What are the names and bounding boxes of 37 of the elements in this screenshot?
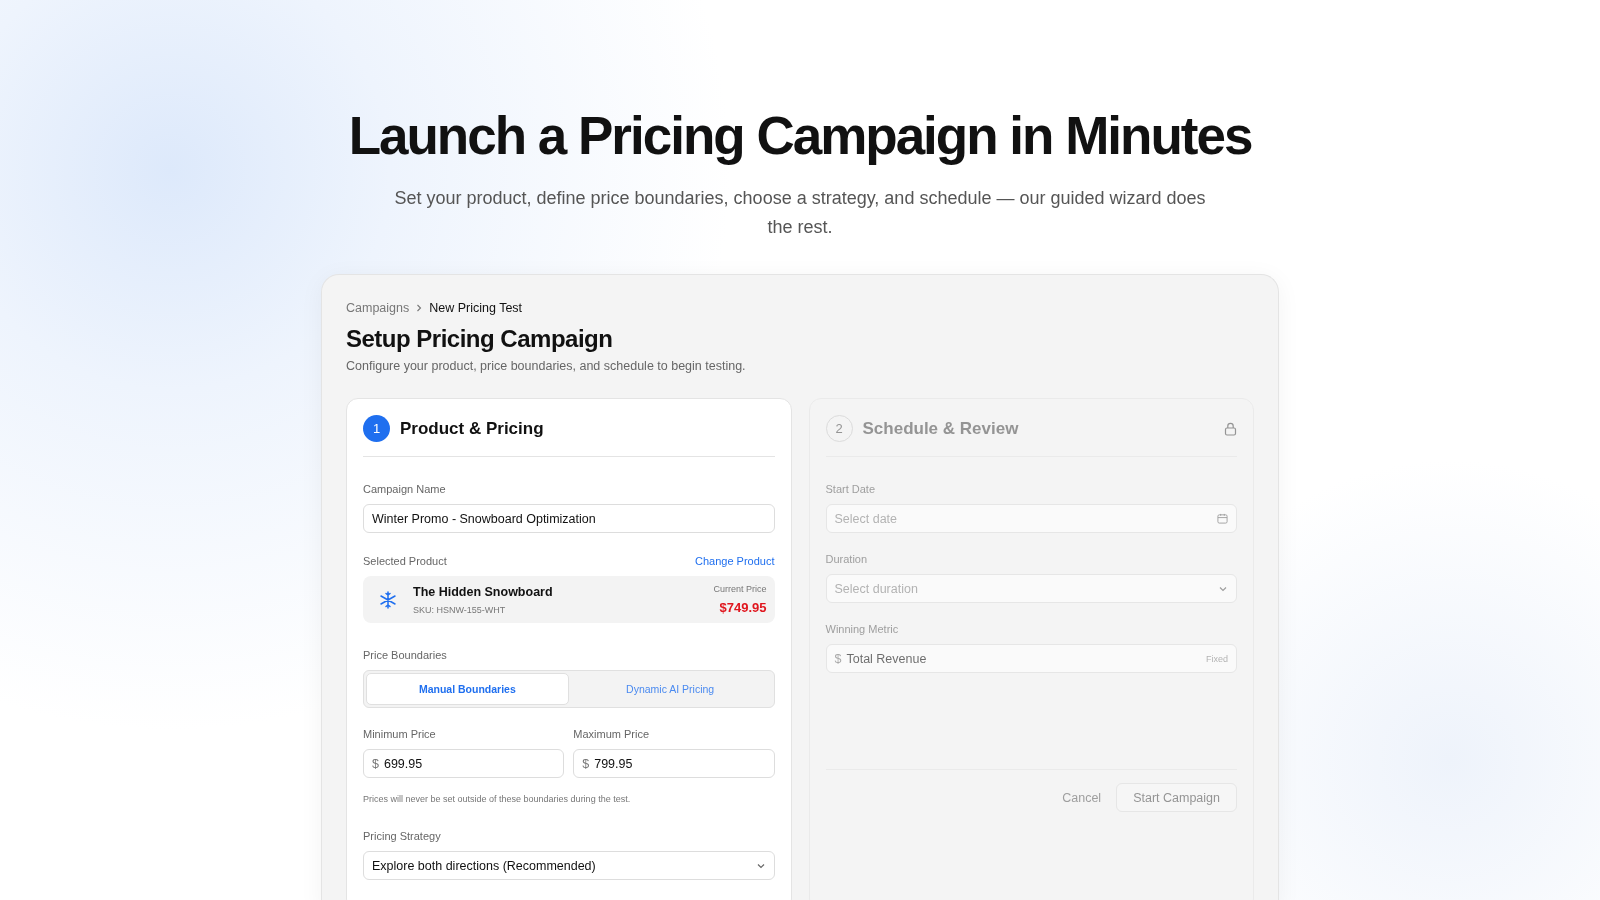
product-name: The Hidden Snowboard bbox=[413, 584, 554, 599]
hint-text: Prices will never be set outside of these boundaries during the test. bbox=[363, 794, 632, 804]
step-title: Product & Pricing bbox=[400, 418, 545, 439]
page-title: Setup Pricing Campaign bbox=[346, 325, 614, 353]
field-label: Minimum Price bbox=[363, 728, 437, 740]
select-field[interactable]: Explore both directions (Recommended) bbox=[363, 851, 775, 880]
field-label: Selected Product bbox=[363, 555, 447, 567]
calendar-icon bbox=[1217, 513, 1228, 524]
start-campaign-button[interactable]: Start Campaign bbox=[1116, 783, 1237, 812]
hero-title: Launch a Pricing Campaign in Minutes bbox=[348, 105, 1252, 167]
input-field[interactable]: Winter Promo - Snowboard Optimization bbox=[363, 504, 775, 533]
breadcrumb-link[interactable]: Campaigns bbox=[346, 301, 410, 315]
field-label: Campaign Name bbox=[363, 483, 447, 495]
price-field[interactable]: $ 799.95 bbox=[573, 749, 775, 778]
currency-sign: $ bbox=[834, 651, 842, 666]
field-label: Start Date bbox=[825, 483, 877, 495]
field-label: Price Boundaries bbox=[363, 649, 448, 661]
field-label: Winning Metric bbox=[825, 623, 900, 635]
step-title: Schedule & Review bbox=[862, 418, 1020, 439]
step-number: 1 bbox=[363, 415, 390, 442]
field-label: Duration bbox=[825, 553, 869, 565]
field-label: Pricing Strategy bbox=[363, 830, 442, 842]
segment-tab[interactable]: Manual Boundaries bbox=[366, 673, 569, 705]
price-label: Current Price bbox=[713, 584, 767, 594]
hero-subtitle: Set your product, define price boundaries, choose a strategy, and schedule — our guided wizard does the rest. bbox=[393, 187, 1207, 239]
snowflake-icon bbox=[379, 590, 397, 609]
cancel-button[interactable]: Cancel bbox=[1056, 789, 1108, 806]
metric-field: $ Total Revenue Fixed bbox=[825, 644, 1237, 673]
price-field[interactable]: $ 699.95 bbox=[363, 749, 565, 778]
field-label: Maximum Price bbox=[573, 728, 651, 740]
page-description: Configure your product, price boundaries, and schedule to begin testing. bbox=[346, 359, 747, 373]
price-value: $749.95 bbox=[719, 600, 767, 615]
change-product-link[interactable]: Change Product bbox=[695, 555, 775, 567]
segment-tab[interactable]: Dynamic AI Pricing bbox=[568, 673, 772, 705]
chevron-right-icon bbox=[415, 304, 424, 312]
lock-icon bbox=[1224, 421, 1237, 436]
product-sku: SKU: HSNW-155-WHT bbox=[413, 604, 507, 615]
